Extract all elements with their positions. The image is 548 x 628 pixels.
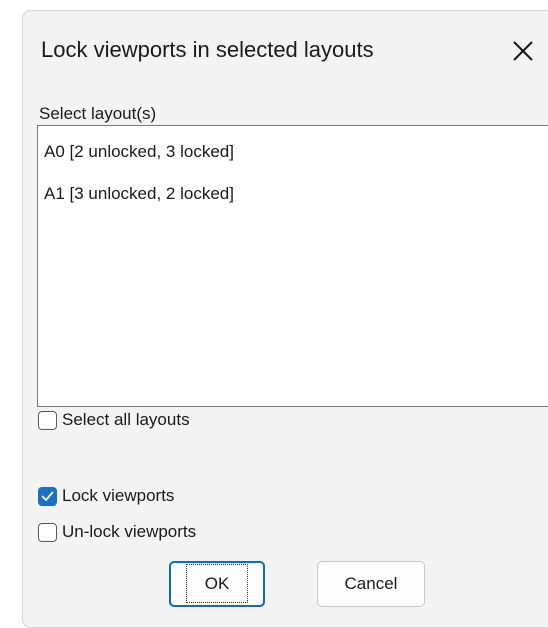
close-button[interactable] <box>503 31 543 71</box>
close-icon <box>513 41 533 61</box>
layout-listbox[interactable]: A0 [2 unlocked, 3 locked] A1 [3 unlocked… <box>37 125 548 407</box>
lock-viewports-dialog: Lock viewports in selected layouts Selec… <box>22 10 548 628</box>
dialog-title: Lock viewports in selected layouts <box>41 37 374 62</box>
cancel-button[interactable]: Cancel <box>317 561 425 607</box>
layout-list-item-a0[interactable]: A0 [2 unlocked, 3 locked] <box>44 142 234 162</box>
checkmark-icon <box>41 491 54 501</box>
layout-list-item-a1[interactable]: A1 [3 unlocked, 2 locked] <box>44 184 234 204</box>
select-layouts-label: Select layout(s) <box>39 104 157 123</box>
title-bar: Lock viewports in selected layouts <box>23 11 548 91</box>
lock-viewports-checkbox-box <box>38 486 57 506</box>
lock-viewports-label: Lock viewports <box>62 486 175 505</box>
ok-button[interactable]: OK <box>169 561 265 607</box>
select-all-label: Select all layouts <box>62 410 190 429</box>
select-all-checkbox-box <box>38 410 57 430</box>
lock-viewports-checkbox[interactable]: Lock viewports <box>38 484 174 508</box>
unlock-viewports-checkbox[interactable]: Un-lock viewports <box>38 520 196 544</box>
ok-button-label: OK <box>185 564 249 603</box>
select-all-layouts-checkbox[interactable]: Select all layouts <box>38 408 190 432</box>
unlock-viewports-checkbox-box <box>38 522 57 542</box>
unlock-viewports-label: Un-lock viewports <box>62 522 197 541</box>
